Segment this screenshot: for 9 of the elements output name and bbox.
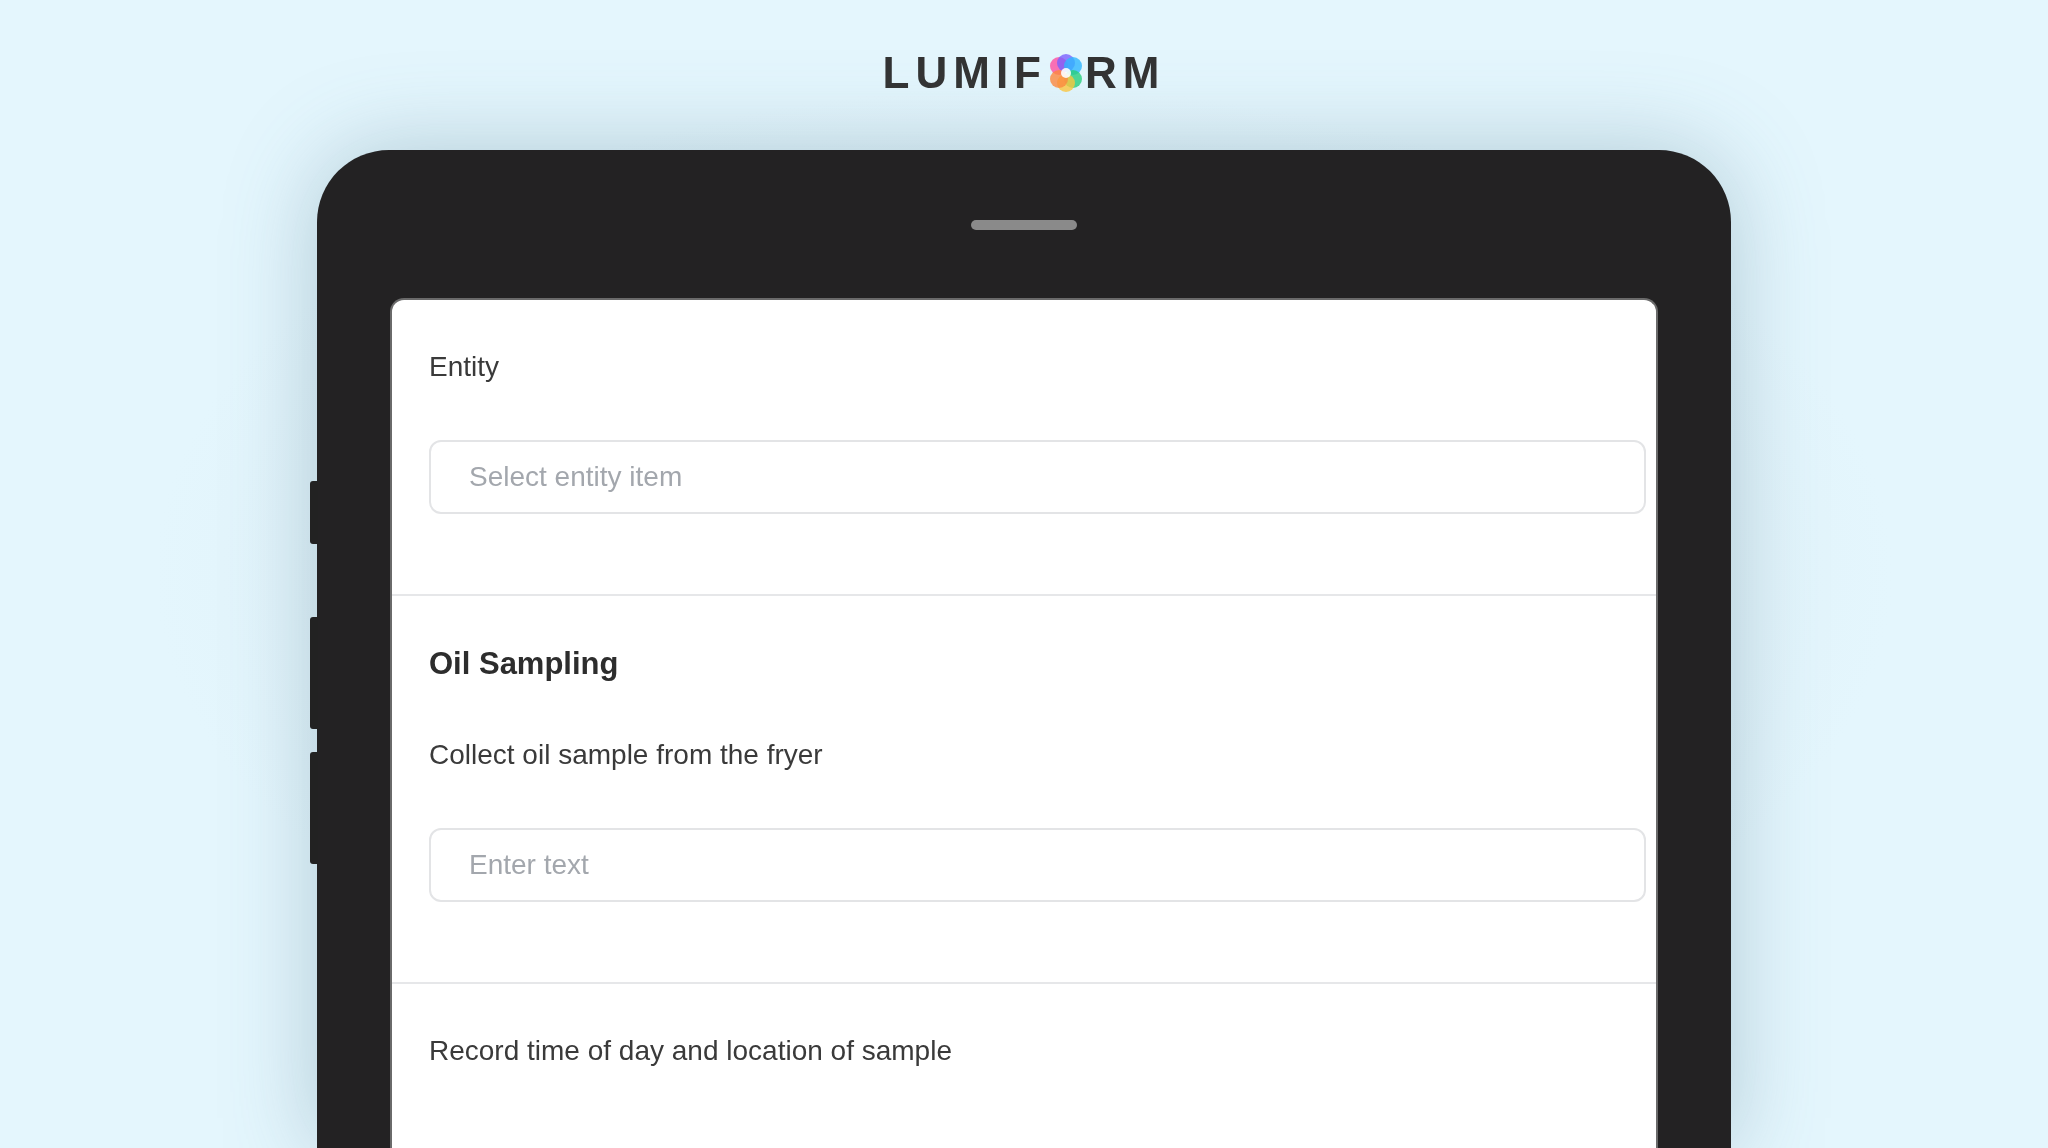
- flower-icon: [1049, 54, 1083, 92]
- logo-text: LUMIF: [882, 47, 1047, 99]
- field-label: Collect oil sample from the fryer: [429, 738, 824, 772]
- section-heading: Oil Sampling: [429, 646, 620, 682]
- input-field[interactable]: Select entity item: [429, 440, 1646, 514]
- field-label: Entity: [429, 350, 501, 384]
- logo-text: RM: [1085, 47, 1166, 99]
- field-label: Record time of day and location of sample: [429, 1034, 953, 1068]
- input-field[interactable]: Enter text: [429, 828, 1646, 902]
